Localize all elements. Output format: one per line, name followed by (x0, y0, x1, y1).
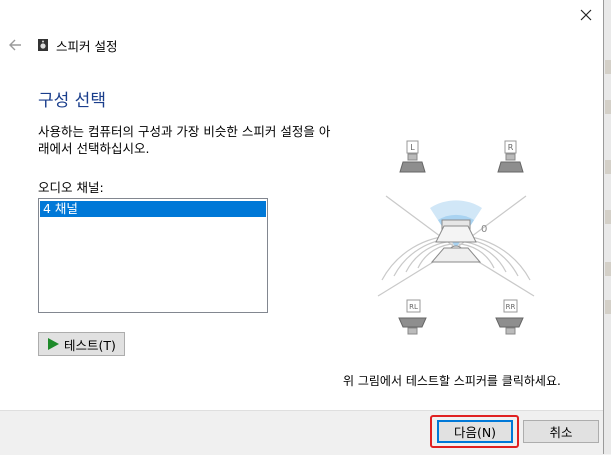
speaker-rear-right[interactable]: RR (495, 299, 524, 335)
cancel-button[interactable]: 취소 (523, 420, 599, 443)
speaker-rear-left[interactable]: RL (398, 299, 427, 335)
page-heading: 구성 선택 (38, 91, 106, 111)
speaker-setup-dialog: 스피커 설정 구성 선택 사용하는 컴퓨터의 구성과 가장 비슷한 스피커 설정… (0, 0, 604, 455)
audio-channel-list[interactable]: 4 채널 (38, 198, 268, 313)
speaker-diagram: 0 L R RL RR (377, 140, 535, 335)
back-arrow-icon[interactable] (6, 35, 26, 55)
next-button[interactable]: 다음(N) (437, 420, 513, 443)
audio-channel-label: 오디오 채널: (38, 180, 104, 195)
speaker-front-left[interactable]: L (399, 140, 426, 173)
speaker-front-left-label: L (410, 143, 415, 152)
speaker-front-right[interactable]: R (497, 140, 524, 173)
listener-icon (430, 219, 482, 263)
test-button[interactable]: 테스트(T) (38, 332, 125, 356)
speaker-front-right-label: R (508, 143, 514, 152)
speaker-test-hint: 위 그림에서 테스트할 스피커를 클릭하세요. (343, 374, 561, 388)
speaker-rear-right-label: RR (506, 303, 516, 311)
close-icon[interactable] (572, 2, 600, 28)
background-window-edge (604, 0, 611, 454)
window-title: 스피커 설정 (56, 39, 118, 54)
page-description: 사용하는 컴퓨터의 구성과 가장 비슷한 스피커 설정을 아래에서 선택하십시오… (38, 124, 331, 156)
play-icon (48, 338, 59, 350)
test-button-label: 테스트(T) (64, 337, 116, 353)
channel-item-4ch[interactable]: 4 채널 (40, 201, 266, 217)
listener-marker: 0 (481, 224, 487, 235)
speaker-icon (38, 39, 48, 51)
speaker-rear-left-label: RL (409, 303, 418, 311)
